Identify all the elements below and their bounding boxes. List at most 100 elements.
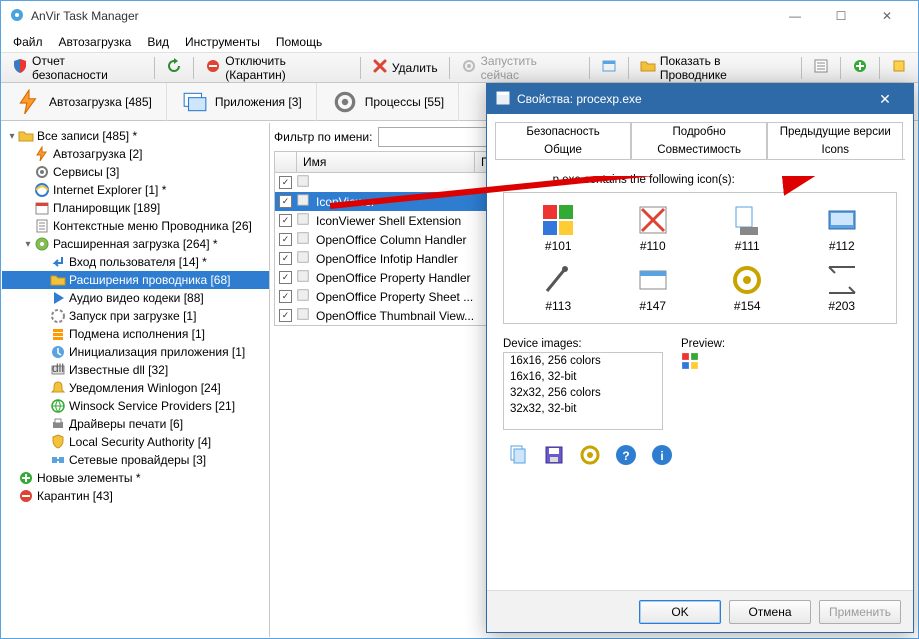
tree-node[interactable]: Карантин [43]: [2, 487, 269, 505]
menu-file[interactable]: Файл: [5, 32, 51, 52]
settings-button[interactable]: [575, 440, 605, 470]
icon-cell[interactable]: #154: [703, 263, 792, 313]
col-name[interactable]: Имя: [297, 152, 475, 172]
tab-apps[interactable]: Приложения [3]: [167, 83, 317, 121]
tab-processes[interactable]: Процессы [55]: [317, 83, 459, 121]
tree-node-label: Карантин [43]: [37, 489, 113, 503]
toolbar-unknown1[interactable]: [594, 55, 624, 80]
icon-cell[interactable]: #101: [514, 203, 603, 253]
device-image-item[interactable]: 16x16, 32-bit: [504, 369, 662, 385]
tree-node[interactable]: Local Security Authority [4]: [2, 433, 269, 451]
tree-node[interactable]: ▾Расширенная загрузка [264] *: [2, 235, 269, 253]
tab-previous-versions[interactable]: Предыдущие версии: [767, 122, 903, 141]
tree-node[interactable]: Запуск при загрузке [1]: [2, 307, 269, 325]
help-button[interactable]: ?: [611, 440, 641, 470]
row-checkbox[interactable]: ✓: [279, 214, 292, 227]
tree-node[interactable]: ▾Все записи [485] *: [2, 127, 269, 145]
row-checkbox[interactable]: ✓: [279, 290, 292, 303]
tree-node[interactable]: Автозагрузка [2]: [2, 145, 269, 163]
dialog-titlebar[interactable]: Свойства: procexp.exe ✕: [487, 84, 913, 114]
tree-node[interactable]: Вход пользователя [14] *: [2, 253, 269, 271]
init-icon: [50, 344, 66, 360]
row-checkbox[interactable]: ✓: [279, 233, 292, 246]
row-checkbox[interactable]: ✓: [279, 195, 292, 208]
device-image-item[interactable]: 16x16, 256 colors: [504, 353, 662, 369]
icons-grid[interactable]: #101#110#111#112 #113#147#154#203: [503, 192, 897, 324]
device-image-item[interactable]: 32x32, 32-bit: [504, 401, 662, 417]
menu-tools[interactable]: Инструменты: [177, 32, 268, 52]
tree-node-label: Local Security Authority [4]: [69, 435, 211, 449]
tree-node[interactable]: Аудио видео кодеки [88]: [2, 289, 269, 307]
icon-cell[interactable]: #113: [514, 263, 603, 313]
tree-node[interactable]: Сервисы [3]: [2, 163, 269, 181]
row-checkbox[interactable]: ✓: [279, 309, 292, 322]
tree-node[interactable]: Internet Explorer [1] *: [2, 181, 269, 199]
tree-node-label: Все записи [485] *: [37, 129, 137, 143]
toolbar-run-now[interactable]: Запустить сейчас: [454, 51, 585, 85]
tree-pane[interactable]: ▾Все записи [485] * Автозагрузка [2] Серви…: [2, 123, 270, 637]
toolbar-separator: [801, 57, 802, 79]
tree-node[interactable]: Подмена исполнения [1]: [2, 325, 269, 343]
menu-autorun[interactable]: Автозагрузка: [51, 32, 140, 52]
toolbar-refresh[interactable]: [159, 55, 189, 80]
icon-cell[interactable]: #110: [609, 203, 698, 253]
device-images-list[interactable]: 16x16, 256 colors16x16, 32-bit32x32, 256…: [503, 352, 663, 430]
toolbar-show-explorer[interactable]: Показать в Проводнике: [633, 51, 797, 85]
toolbar-extra2[interactable]: [884, 55, 914, 80]
icon-cell[interactable]: #111: [703, 203, 792, 253]
tab-details[interactable]: Подробно: [631, 122, 767, 141]
icon-cell[interactable]: #147: [609, 263, 698, 313]
cancel-button[interactable]: Отмена: [729, 600, 811, 624]
icon-cell[interactable]: #203: [798, 263, 887, 313]
row-icon: [296, 231, 312, 248]
maximize-button[interactable]: ☐: [818, 1, 864, 31]
menu-help[interactable]: Помощь: [268, 32, 330, 52]
row-checkbox[interactable]: ✓: [279, 271, 292, 284]
tab-general[interactable]: Общие: [495, 141, 631, 159]
row-checkbox[interactable]: ✓: [279, 176, 292, 189]
close-button[interactable]: ✕: [864, 1, 910, 31]
minimize-button[interactable]: —: [772, 1, 818, 31]
icon-cell[interactable]: #112: [798, 203, 887, 253]
tree-node[interactable]: dllИзвестные dll [32]: [2, 361, 269, 379]
toolbar-delete[interactable]: Удалить: [365, 55, 445, 80]
toolbar-add[interactable]: [845, 55, 875, 80]
save-button[interactable]: [539, 440, 569, 470]
toolbar-security-report[interactable]: Отчет безопасности: [5, 51, 150, 85]
toolbar-extra1[interactable]: [806, 55, 836, 80]
apply-button[interactable]: Применить: [819, 600, 901, 624]
toolbar-disable[interactable]: Отключить (Карантин): [198, 51, 356, 85]
ok-button[interactable]: OK: [639, 600, 721, 624]
stack-icon: [50, 326, 66, 342]
tree-node-label: Вход пользователя [14] *: [69, 255, 207, 269]
row-name: IconViewer Shell Extension: [316, 214, 496, 228]
tree-node[interactable]: Winsock Service Providers [21]: [2, 397, 269, 415]
tree-node-label: Автозагрузка [2]: [53, 147, 142, 161]
delete-icon: [372, 58, 388, 77]
tab-processes-label: Процессы [55]: [365, 95, 444, 109]
tree-node[interactable]: Уведомления Winlogon [24]: [2, 379, 269, 397]
tree-node[interactable]: Сетевые провайдеры [3]: [2, 451, 269, 469]
copy-button[interactable]: [503, 440, 533, 470]
tab-compatibility[interactable]: Совместимость: [631, 141, 767, 159]
enter-icon: [50, 254, 66, 270]
device-image-item[interactable]: 32x32, 256 colors: [504, 385, 662, 401]
menu-view[interactable]: Вид: [139, 32, 177, 52]
tree-node[interactable]: Инициализация приложения [1]: [2, 343, 269, 361]
preview-icon: [681, 352, 725, 373]
info-button[interactable]: i: [647, 440, 677, 470]
row-name: OpenOffice Property Sheet ...: [316, 290, 496, 304]
tree-node[interactable]: Драйверы печати [6]: [2, 415, 269, 433]
lsa-icon: [50, 434, 66, 450]
tree-node-label: Новые элементы *: [37, 471, 141, 485]
tree-node-label: Драйверы печати [6]: [69, 417, 183, 431]
tree-node[interactable]: Новые элементы *: [2, 469, 269, 487]
tab-security[interactable]: Безопасность: [495, 122, 631, 141]
tab-icons[interactable]: Icons: [767, 141, 903, 159]
tree-node[interactable]: Планировщик [189]: [2, 199, 269, 217]
tree-node[interactable]: Расширения проводника [68]: [2, 271, 269, 289]
tree-node[interactable]: Контекстные меню Проводника [26]: [2, 217, 269, 235]
dialog-close-button[interactable]: ✕: [865, 84, 905, 114]
row-checkbox[interactable]: ✓: [279, 252, 292, 265]
tab-autorun[interactable]: Автозагрузка [485]: [1, 83, 167, 121]
